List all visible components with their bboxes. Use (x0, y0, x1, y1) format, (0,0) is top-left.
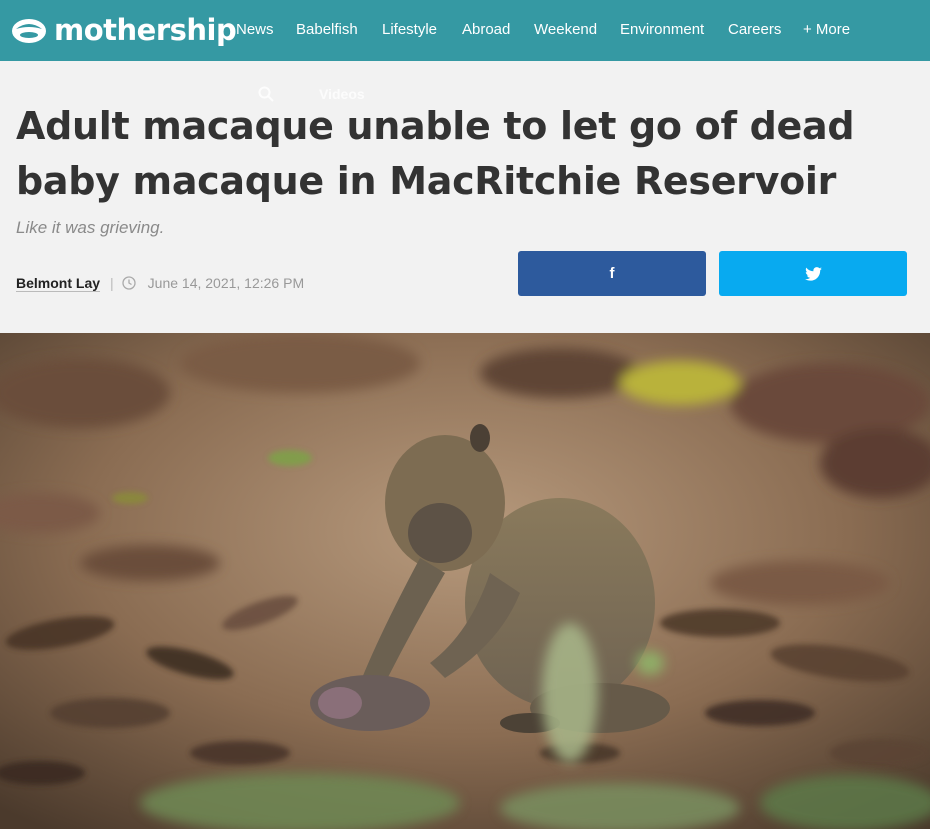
brand-name: mothership (54, 13, 237, 47)
brand-logo[interactable]: mothership (10, 10, 237, 50)
author-link[interactable]: Belmont Lay (16, 275, 100, 291)
facebook-share-button[interactable]: f (518, 251, 706, 296)
publish-date: June 14, 2021, 12:26 PM (147, 275, 305, 291)
clock-icon (122, 276, 136, 290)
byline-separator: | (110, 275, 114, 291)
nav-news[interactable]: News (236, 21, 274, 38)
nav-babelfish[interactable]: Babelfish (296, 21, 358, 38)
article-subtitle: Like it was grieving. (16, 218, 165, 237)
nav-abroad[interactable]: Abroad (462, 21, 510, 38)
mothership-logo-icon (12, 19, 46, 43)
twitter-share-button[interactable] (719, 251, 907, 296)
article-title: Adult macaque unable to let go of dead b… (16, 104, 855, 203)
hero-image (0, 333, 930, 829)
article-byline: Belmont Lay | June 14, 2021, 12:26 PM (16, 273, 304, 293)
nav-careers[interactable]: Careers (728, 21, 781, 38)
twitter-icon (804, 266, 822, 281)
nav-more[interactable]: + More (803, 21, 850, 38)
nav-lifestyle[interactable]: Lifestyle (382, 21, 437, 38)
top-navigation-bar: mothership News Babelfish Lifestyle Abro… (0, 0, 930, 61)
nav-weekend[interactable]: Weekend (534, 21, 597, 38)
macaque-photo (0, 333, 930, 829)
nav-environment[interactable]: Environment (620, 21, 704, 38)
facebook-icon: f (609, 265, 615, 282)
